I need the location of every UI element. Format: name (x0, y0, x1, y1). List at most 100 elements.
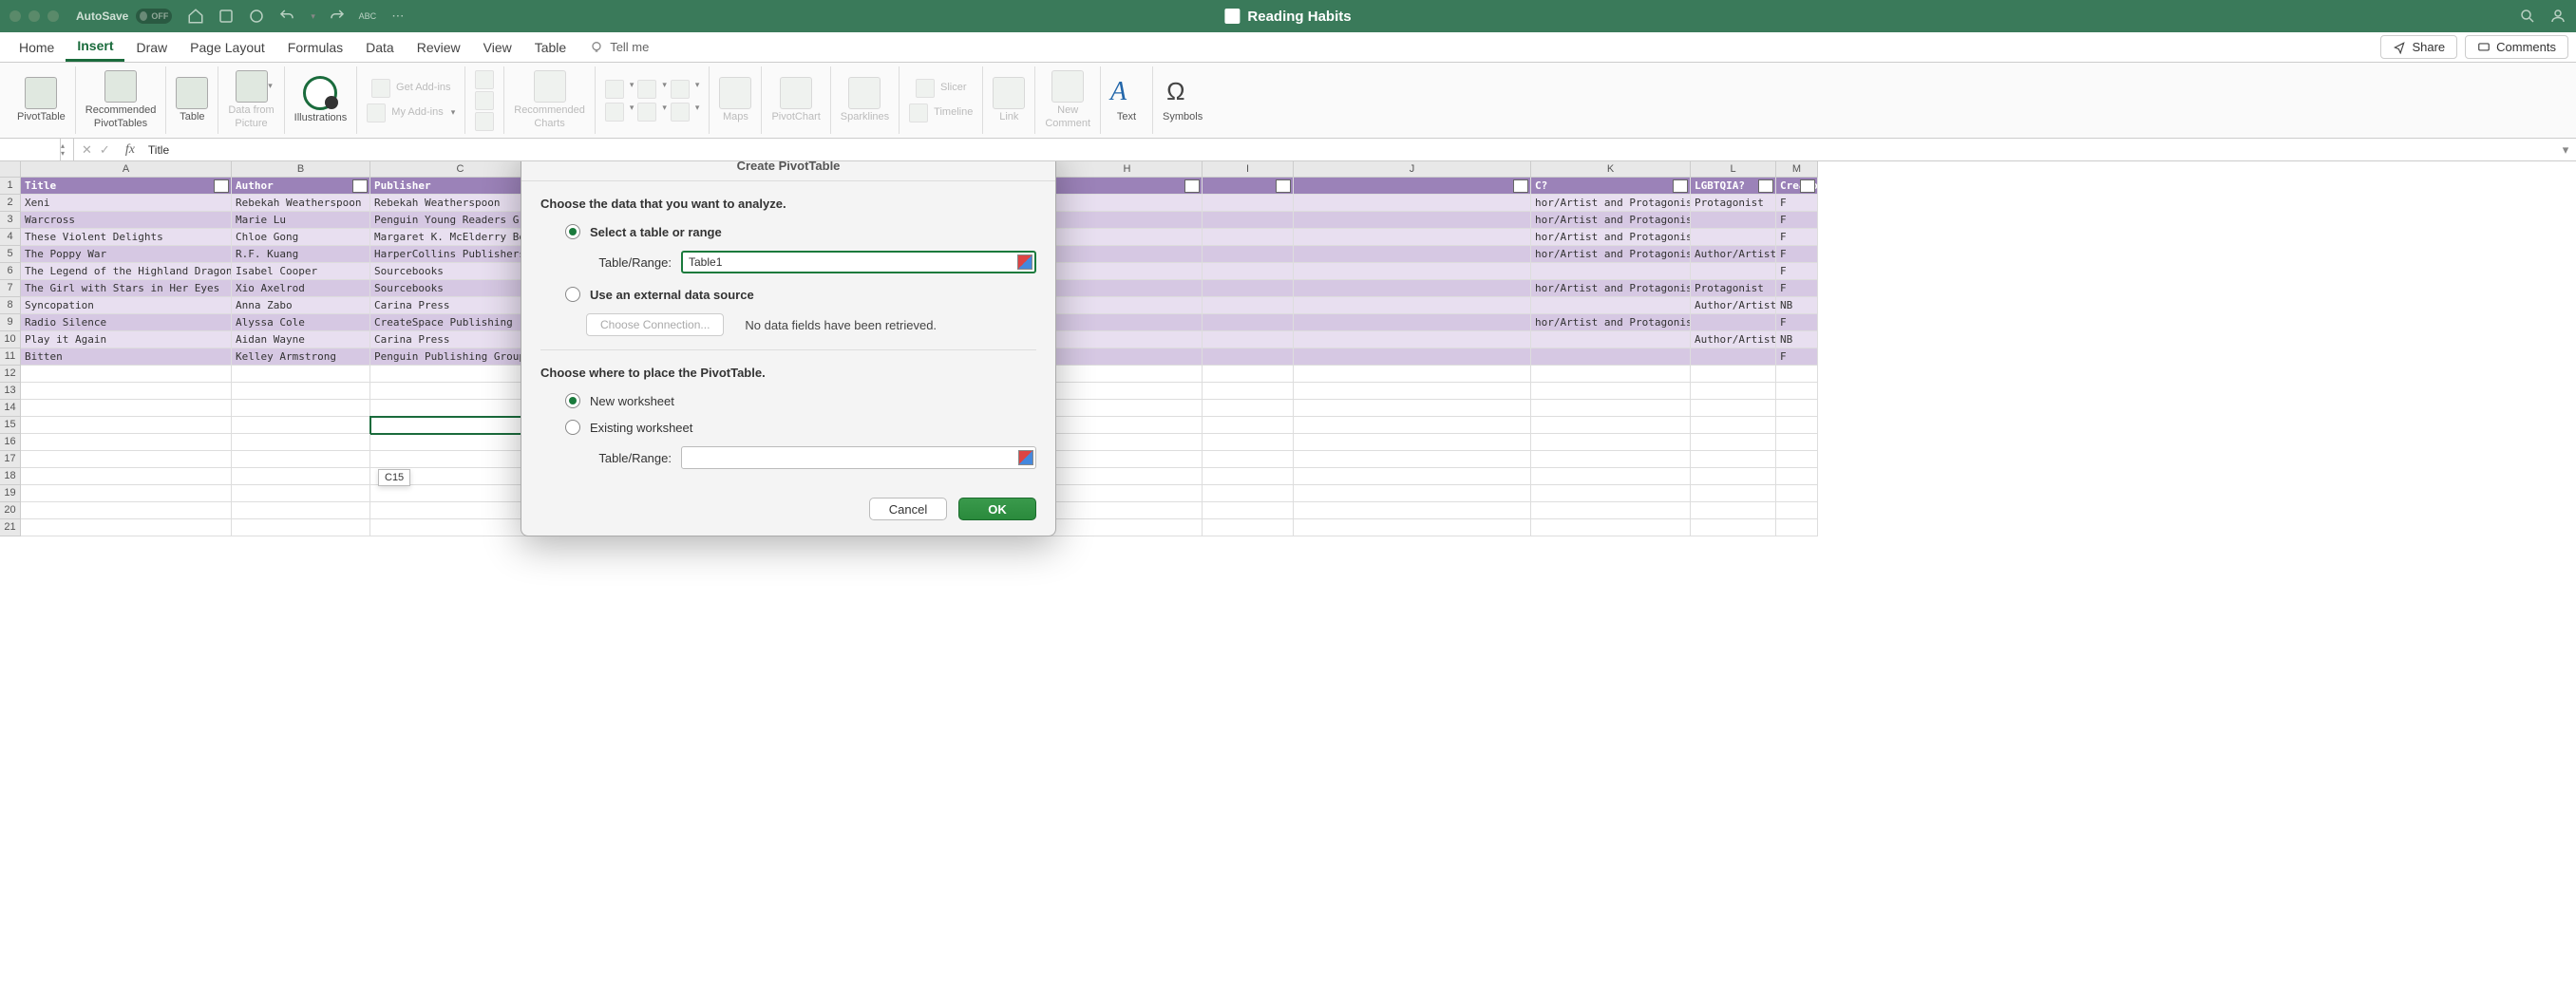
ribbon-illustrations[interactable]: Illustrations (285, 66, 358, 134)
data-cell[interactable] (1294, 246, 1531, 263)
home-icon[interactable] (187, 8, 204, 25)
data-cell[interactable] (1531, 348, 1691, 366)
table-header-cell[interactable] (1294, 178, 1531, 195)
empty-cell[interactable] (1203, 434, 1294, 451)
data-cell[interactable]: R.F. Kuang (232, 246, 370, 263)
data-cell[interactable]: NB (1776, 297, 1818, 314)
data-cell[interactable]: The Poppy War (21, 246, 232, 263)
data-cell[interactable]: The Legend of the Highland Dragon (21, 263, 232, 280)
data-cell[interactable] (1203, 263, 1294, 280)
data-cell[interactable] (1052, 297, 1203, 314)
line-chart-icon[interactable] (637, 80, 656, 99)
empty-cell[interactable] (1531, 451, 1691, 468)
empty-cell[interactable] (1776, 434, 1818, 451)
empty-cell[interactable] (1294, 434, 1531, 451)
expand-formula-bar[interactable]: ▾ (2555, 142, 2576, 158)
table-header-cell[interactable]: Author (232, 178, 370, 195)
data-cell[interactable]: F (1776, 195, 1818, 212)
table-header-cell[interactable] (1052, 178, 1203, 195)
empty-cell[interactable] (1776, 400, 1818, 417)
row-header-19[interactable]: 19 (0, 485, 21, 502)
ribbon-symbols[interactable]: Ω Symbols (1153, 66, 1212, 134)
column-chart-icon[interactable] (605, 80, 624, 99)
close-window[interactable] (9, 10, 21, 22)
data-cell[interactable]: hor/Artist and Protagonist (1531, 229, 1691, 246)
get-addins-button[interactable]: Get Add-ins (371, 79, 450, 98)
data-cell[interactable] (1691, 229, 1776, 246)
data-cell[interactable]: F (1776, 212, 1818, 229)
row-header-7[interactable]: 7 (0, 280, 21, 297)
empty-cell[interactable] (1203, 485, 1294, 502)
empty-cell[interactable] (1531, 434, 1691, 451)
scatter-chart-icon[interactable] (637, 103, 656, 122)
row-header-1[interactable]: 1 (0, 178, 21, 195)
empty-cell[interactable] (1203, 519, 1294, 536)
empty-cell[interactable] (1052, 366, 1203, 383)
column-header-M[interactable]: M (1776, 161, 1818, 178)
data-cell[interactable] (1052, 348, 1203, 366)
empty-cell[interactable] (1776, 417, 1818, 434)
empty-cell[interactable] (1531, 417, 1691, 434)
empty-cell[interactable] (1691, 485, 1776, 502)
ribbon-pivottable[interactable]: PivotTable (8, 66, 76, 134)
data-cell[interactable]: F (1776, 229, 1818, 246)
data-cell[interactable]: hor/Artist and Protagonist (1531, 314, 1691, 331)
empty-cell[interactable] (1531, 468, 1691, 485)
data-cell[interactable] (1203, 348, 1294, 366)
fx-icon[interactable]: fx (118, 142, 142, 158)
radio-external-source[interactable]: Use an external data source (565, 287, 1036, 302)
tell-me-search[interactable]: Tell me (589, 40, 649, 55)
ribbon-maps[interactable]: Maps (710, 66, 762, 134)
people-graph-icon[interactable] (475, 91, 494, 110)
empty-cell[interactable] (232, 383, 370, 400)
data-cell[interactable] (1691, 348, 1776, 366)
data-cell[interactable]: F (1776, 246, 1818, 263)
empty-cell[interactable] (1776, 383, 1818, 400)
empty-cell[interactable] (1294, 519, 1531, 536)
empty-cell[interactable] (1531, 383, 1691, 400)
data-cell[interactable]: Radio Silence (21, 314, 232, 331)
data-cell[interactable] (1531, 331, 1691, 348)
data-cell[interactable] (1203, 314, 1294, 331)
range-selector-icon[interactable] (1018, 450, 1033, 465)
data-cell[interactable] (1203, 246, 1294, 263)
cancel-edit-icon[interactable]: ✕ (82, 142, 92, 158)
ribbon-sparklines[interactable]: Sparklines (831, 66, 900, 134)
ribbon-pivotchart[interactable]: PivotChart (762, 66, 830, 134)
data-cell[interactable]: Warcross (21, 212, 232, 229)
radio-new-worksheet[interactable]: New worksheet (565, 393, 1036, 408)
ribbon-text[interactable]: A Text (1101, 66, 1153, 134)
history-icon[interactable] (248, 8, 265, 25)
empty-cell[interactable] (1203, 451, 1294, 468)
empty-cell[interactable] (232, 468, 370, 485)
data-cell[interactable] (1203, 331, 1294, 348)
empty-cell[interactable] (232, 434, 370, 451)
empty-cell[interactable] (21, 383, 232, 400)
tab-review[interactable]: Review (406, 34, 472, 61)
data-cell[interactable] (1691, 314, 1776, 331)
data-cell[interactable]: Kelley Armstrong (232, 348, 370, 366)
maximize-window[interactable] (47, 10, 59, 22)
data-cell[interactable] (1203, 195, 1294, 212)
row-header-17[interactable]: 17 (0, 451, 21, 468)
empty-cell[interactable] (21, 485, 232, 502)
data-cell[interactable]: Xeni (21, 195, 232, 212)
empty-cell[interactable] (21, 366, 232, 383)
empty-cell[interactable] (1691, 519, 1776, 536)
more-icon[interactable]: ⋯ (389, 8, 407, 25)
empty-cell[interactable] (1691, 502, 1776, 519)
row-header-8[interactable]: 8 (0, 297, 21, 314)
empty-cell[interactable] (1203, 468, 1294, 485)
row-header-9[interactable]: 9 (0, 314, 21, 331)
search-icon[interactable] (2519, 8, 2536, 25)
data-cell[interactable]: F (1776, 348, 1818, 366)
ribbon-table[interactable]: Table (166, 66, 218, 134)
ribbon-new-comment[interactable]: New Comment (1035, 66, 1101, 134)
empty-cell[interactable] (1691, 468, 1776, 485)
empty-cell[interactable] (21, 417, 232, 434)
empty-cell[interactable] (1691, 451, 1776, 468)
data-cell[interactable] (1052, 331, 1203, 348)
row-header-3[interactable]: 3 (0, 212, 21, 229)
data-cell[interactable] (1203, 280, 1294, 297)
data-cell[interactable]: Xio Axelrod (232, 280, 370, 297)
